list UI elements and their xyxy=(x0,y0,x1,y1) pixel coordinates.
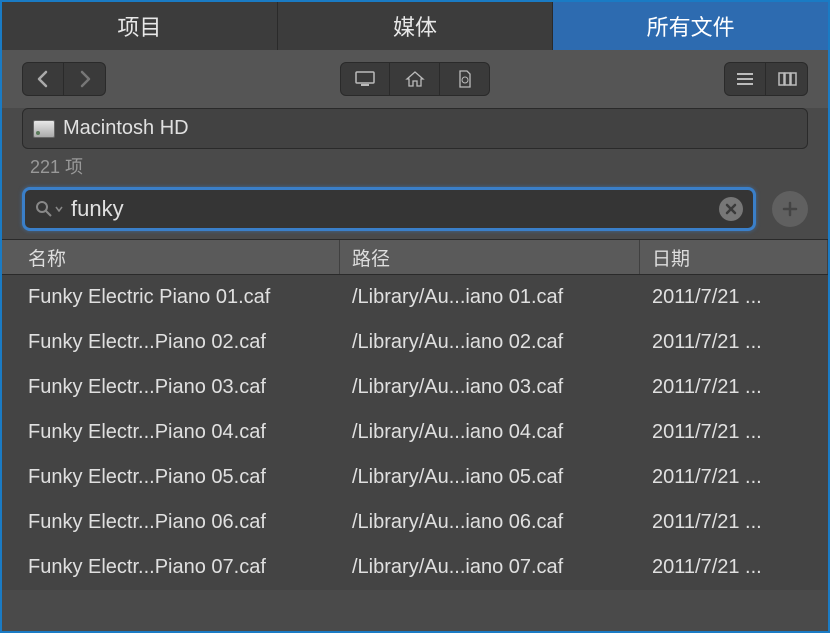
plus-icon xyxy=(781,200,799,218)
tab-projects[interactable]: 项目 xyxy=(2,2,278,50)
cell-date: 2011/7/21 ... xyxy=(640,331,828,354)
cell-name: Funky Electr...Piano 06.caf xyxy=(2,511,340,534)
tab-media[interactable]: 媒体 xyxy=(278,2,554,50)
tab-bar: 项目 媒体 所有文件 xyxy=(2,2,828,50)
search-input[interactable] xyxy=(71,196,719,222)
item-count: 221 项 xyxy=(30,153,808,179)
table-row[interactable]: Funky Electr...Piano 03.caf/Library/Au..… xyxy=(2,365,828,410)
column-headers: 名称 路径 日期 xyxy=(2,239,828,275)
search-icon[interactable] xyxy=(25,200,71,218)
cell-path: /Library/Au...iano 01.caf xyxy=(340,286,640,309)
location-bar[interactable]: Macintosh HD xyxy=(22,108,808,149)
add-filter-button[interactable] xyxy=(772,191,808,227)
table-row[interactable]: Funky Electr...Piano 04.caf/Library/Au..… xyxy=(2,410,828,455)
table-row[interactable]: Funky Electr...Piano 02.caf/Library/Au..… xyxy=(2,320,828,365)
cell-path: /Library/Au...iano 06.caf xyxy=(340,511,640,534)
table-row[interactable]: Funky Electr...Piano 06.caf/Library/Au..… xyxy=(2,500,828,545)
cell-path: /Library/Au...iano 03.caf xyxy=(340,376,640,399)
cell-path: /Library/Au...iano 02.caf xyxy=(340,331,640,354)
list-view-button[interactable] xyxy=(724,62,766,96)
cell-name: Funky Electr...Piano 03.caf xyxy=(2,376,340,399)
cell-date: 2011/7/21 ... xyxy=(640,421,828,444)
table-row[interactable]: Funky Electr...Piano 07.caf/Library/Au..… xyxy=(2,545,828,590)
home-icon xyxy=(405,70,425,88)
tab-all-files[interactable]: 所有文件 xyxy=(553,2,828,50)
cell-date: 2011/7/21 ... xyxy=(640,286,828,309)
table-row[interactable]: Funky Electr...Piano 05.caf/Library/Au..… xyxy=(2,455,828,500)
header-name[interactable]: 名称 xyxy=(2,240,340,274)
cell-date: 2011/7/21 ... xyxy=(640,376,828,399)
cell-date: 2011/7/21 ... xyxy=(640,466,828,489)
cell-path: /Library/Au...iano 07.caf xyxy=(340,556,640,579)
nav-group xyxy=(22,62,106,96)
location-name: Macintosh HD xyxy=(63,117,189,140)
column-view-button[interactable] xyxy=(766,62,808,96)
view-group xyxy=(724,62,808,96)
chevron-left-icon xyxy=(36,70,50,88)
file-list: Funky Electric Piano 01.caf/Library/Au..… xyxy=(2,275,828,590)
home-button[interactable] xyxy=(390,62,440,96)
cell-path: /Library/Au...iano 05.caf xyxy=(340,466,640,489)
search-row xyxy=(22,187,808,231)
document-icon xyxy=(457,70,473,88)
chevron-right-icon xyxy=(78,70,92,88)
harddrive-icon xyxy=(33,120,55,138)
header-path[interactable]: 路径 xyxy=(340,240,640,274)
cell-path: /Library/Au...iano 04.caf xyxy=(340,421,640,444)
computer-icon xyxy=(354,70,376,88)
close-icon xyxy=(725,203,737,215)
cell-name: Funky Electr...Piano 05.caf xyxy=(2,466,340,489)
cell-date: 2011/7/21 ... xyxy=(640,556,828,579)
back-button[interactable] xyxy=(22,62,64,96)
column-icon xyxy=(777,71,797,87)
cell-date: 2011/7/21 ... xyxy=(640,511,828,534)
cell-name: Funky Electr...Piano 07.caf xyxy=(2,556,340,579)
table-row[interactable]: Funky Electric Piano 01.caf/Library/Au..… xyxy=(2,275,828,320)
toolbar xyxy=(2,50,828,108)
computer-button[interactable] xyxy=(340,62,390,96)
cell-name: Funky Electric Piano 01.caf xyxy=(2,286,340,309)
header-date[interactable]: 日期 xyxy=(640,240,828,274)
project-button[interactable] xyxy=(440,62,490,96)
list-icon xyxy=(735,71,755,87)
chevron-down-icon xyxy=(55,206,63,212)
location-group xyxy=(340,62,490,96)
forward-button[interactable] xyxy=(64,62,106,96)
clear-search-button[interactable] xyxy=(719,197,743,221)
cell-name: Funky Electr...Piano 02.caf xyxy=(2,331,340,354)
search-field-wrap xyxy=(22,187,756,231)
cell-name: Funky Electr...Piano 04.caf xyxy=(2,421,340,444)
